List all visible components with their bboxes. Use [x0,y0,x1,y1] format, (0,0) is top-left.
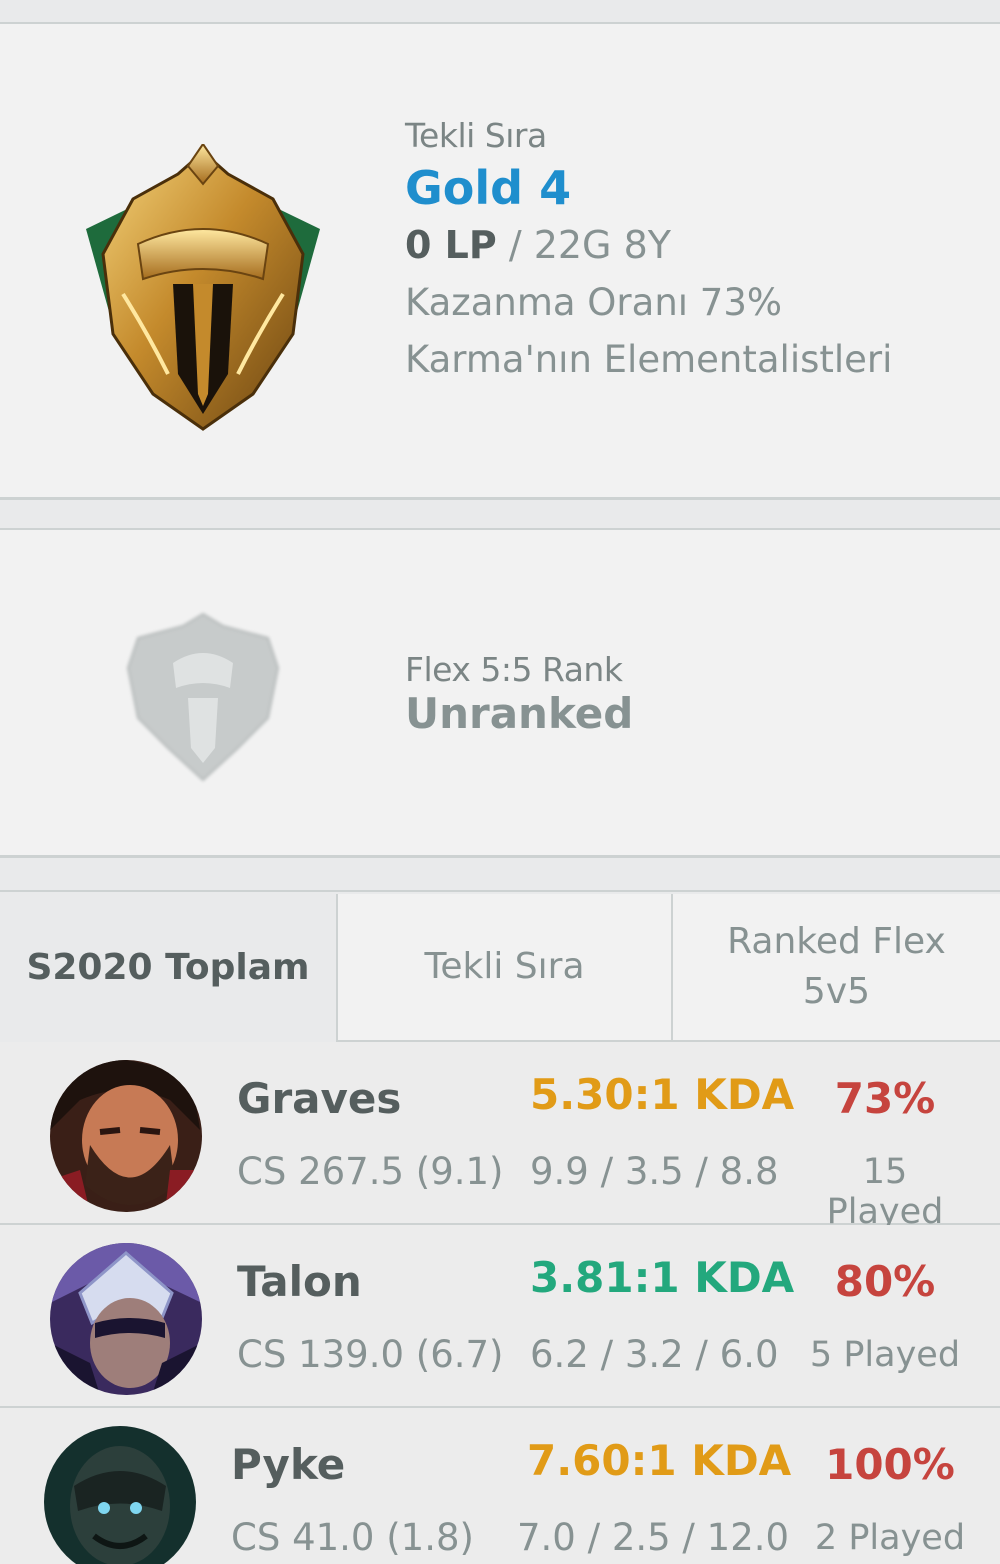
champion-win-rate: 100% [825,1440,955,1489]
champion-win-rate: 73% [834,1074,936,1123]
section-divider [0,858,1000,892]
kda-ratio: 5.30:1 KDA [530,1070,795,1119]
champion-row-pyke[interactable]: Pyke CS 41.0 (1.8) 7.60:1 KDA 7.0 / 2.5 … [0,1408,1000,1564]
league-name[interactable]: Karma'nın Elementalistleri [405,338,892,381]
kda-ratio: 7.60:1 KDA [527,1436,792,1485]
tab-solo-queue[interactable]: Tekli Sıra [336,894,671,1042]
queue-label: Tekli Sıra [405,116,547,155]
tab-ranked-flex[interactable]: Ranked Flex 5v5 [671,894,1000,1042]
kda-detail: 9.9 / 3.5 / 8.8 [530,1150,779,1193]
flex-rank-box: Flex 5:5 Rank Unranked [0,528,1000,858]
lp-record: 0 LP / 22G 8Y [405,223,892,267]
games-played: 15 Played [826,1152,944,1232]
tier-label: Gold 4 [405,161,572,215]
champion-list: Graves CS 267.5 (9.1) 5.30:1 KDA 9.9 / 3… [0,1042,1000,1564]
top-bar [0,0,1000,24]
champion-row-talon[interactable]: Talon CS 139.0 (6.7) 3.81:1 KDA 6.2 / 3.… [0,1225,1000,1408]
solo-rank-box: Tekli Sıra Gold 4 0 LP / 22G 8Y Kazanma … [0,24,1000,500]
creep-score: CS 41.0 (1.8) [231,1516,474,1559]
queue-label: Flex 5:5 Rank [405,650,623,689]
season-tabs: S2020 Toplam Tekli Sıra Ranked Flex 5v5 [0,894,1000,1042]
creep-score: CS 267.5 (9.1) [237,1150,504,1193]
tab-ranked-flex-label: Ranked Flex 5v5 [727,921,946,1012]
kda-ratio: 3.81:1 KDA [530,1253,795,1302]
champion-avatar-pyke[interactable] [44,1426,196,1564]
creep-score: CS 139.0 (6.7) [237,1333,504,1376]
gold-emblem-icon [78,142,328,434]
champion-avatar-graves[interactable] [50,1060,202,1212]
champion-win-rate: 80% [834,1257,936,1306]
games-played: 5 Played [809,1335,961,1375]
champion-avatar-talon[interactable] [50,1243,202,1395]
win-rate: Kazanma Oranı 73% [405,281,783,324]
kda-detail: 7.0 / 2.5 / 12.0 [517,1516,790,1559]
tier-label: Unranked [405,689,634,738]
solo-rank-info: Tekli Sıra Gold 4 0 LP / 22G 8Y Kazanma … [405,116,892,381]
champion-row-graves[interactable]: Graves CS 267.5 (9.1) 5.30:1 KDA 9.9 / 3… [0,1042,1000,1232]
champion-name[interactable]: Pyke [231,1440,345,1489]
unranked-emblem-icon [118,608,288,788]
kda-detail: 6.2 / 3.2 / 6.0 [530,1333,779,1376]
flex-rank-info: Flex 5:5 Rank Unranked [405,650,633,738]
win-loss-record: / 22G 8Y [496,223,671,267]
champion-name[interactable]: Talon [237,1257,362,1306]
champion-name[interactable]: Graves [237,1074,401,1123]
lp-value: 0 LP [405,223,497,267]
tab-season-total[interactable]: S2020 Toplam [0,894,336,1042]
games-played: 2 Played [814,1518,966,1558]
